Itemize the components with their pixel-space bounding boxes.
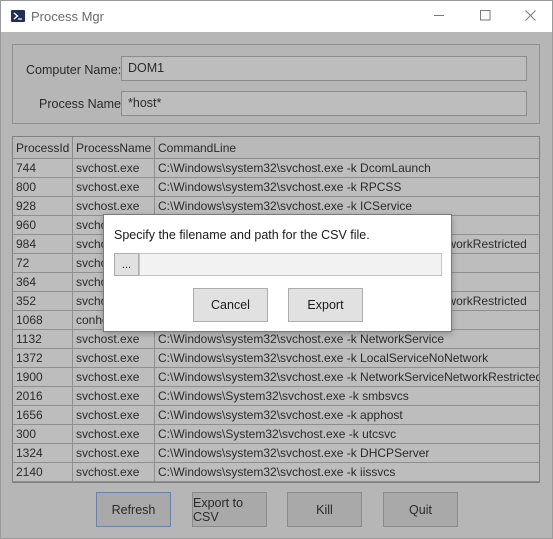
minimize-button[interactable]: [416, 1, 462, 32]
commandline-cell: C:\Windows\system32\svchost.exe -k Netwo…: [158, 370, 540, 384]
commandline-cell: C:\Windows\system32\svchost.exe -k RPCSS: [158, 180, 402, 194]
processid-cell: 300: [13, 425, 73, 444]
table-row[interactable]: 1656 svchost.exe C:\Windows\system32\svcho…: [13, 406, 539, 425]
processname-cell: svchost.exe: [73, 444, 155, 463]
grid-header: ProcessId ProcessName CommandLine: [13, 137, 539, 159]
column-header-commandline[interactable]: CommandLine: [155, 137, 539, 159]
query-groupbox: Computer Name: DOM1 Process Name: *host*: [12, 44, 540, 124]
processid-cell: 800: [13, 178, 73, 197]
processid-cell: 1132: [13, 330, 73, 349]
processid-cell: 744: [13, 159, 73, 178]
column-header-processname[interactable]: ProcessName: [73, 137, 155, 159]
processid-cell: 1324: [13, 444, 73, 463]
process-mgr-window: Process Mgr Computer Name: DOM1 Process …: [0, 0, 553, 539]
csv-export-dialog: Specify the filename and path for the CS…: [103, 214, 452, 332]
processname-cell: svchost.exe: [73, 330, 155, 349]
commandline-cell: C:\Windows\system32\svchost.exe -k Netwo…: [158, 332, 445, 346]
commandline-cell: C:\Windows\System32\svchost.exe -k smbsv…: [158, 389, 409, 403]
close-icon: [524, 9, 536, 24]
processid-cell: 2016: [13, 387, 73, 406]
processname-cell: svchost.exe: [73, 349, 155, 368]
export-csv-button[interactable]: Export to CSV: [192, 492, 267, 527]
refresh-button[interactable]: Refresh: [96, 492, 171, 527]
window-title: Process Mgr: [31, 9, 104, 24]
processid-cell: 984: [13, 235, 73, 254]
processid-cell: 928: [13, 197, 73, 216]
processname-cell: svchost.exe: [73, 159, 155, 178]
column-header-processid[interactable]: ProcessId: [13, 137, 73, 159]
processid-cell: 1656: [13, 406, 73, 425]
csv-path-input[interactable]: [139, 253, 442, 276]
browse-button[interactable]: ...: [114, 253, 139, 276]
processid-cell: 352: [13, 292, 73, 311]
commandline-cell: C:\Windows\system32\svchost.exe -k iissv…: [158, 465, 396, 479]
table-row[interactable]: 2016 svchost.exe C:\Windows\System32\svcho…: [13, 387, 539, 406]
processname-cell: svchost.exe: [73, 387, 155, 406]
table-row[interactable]: 800 svchost.exe C:\Windows\system32\svchos…: [13, 178, 539, 197]
kill-button[interactable]: Kill: [287, 492, 362, 527]
processid-cell: 72: [13, 254, 73, 273]
commandline-cell: C:\Windows\system32\svchost.exe -k DcomL…: [158, 161, 431, 175]
maximize-icon: [479, 9, 491, 24]
quit-button[interactable]: Quit: [383, 492, 458, 527]
table-row[interactable]: 744 svchost.exe C:\Windows\system32\svchos…: [13, 159, 539, 178]
table-row[interactable]: 2140 svchost.exe C:\Windows\system32\svcho…: [13, 463, 539, 482]
commandline-cell: C:\Windows\system32\svchost.exe -k appho…: [158, 408, 403, 422]
title-bar[interactable]: Process Mgr: [1, 1, 552, 32]
processid-cell: 1372: [13, 349, 73, 368]
maximize-button[interactable]: [462, 1, 508, 32]
processname-cell: svchost.exe: [73, 406, 155, 425]
dialog-message: Specify the filename and path for the CS…: [114, 228, 370, 242]
commandline-cell: C:\Windows\system32\svchost.exe -k DHCPS…: [158, 446, 430, 460]
process-name-input[interactable]: *host*: [121, 91, 527, 116]
processname-cell: svchost.exe: [73, 368, 155, 387]
close-button[interactable]: [507, 1, 552, 32]
processid-cell: 960: [13, 216, 73, 235]
processid-cell: 1900: [13, 368, 73, 387]
commandline-cell: C:\Windows\System32\svchost.exe -k utcsv…: [158, 427, 397, 441]
processid-cell: 2140: [13, 463, 73, 482]
table-row[interactable]: 1324 svchost.exe C:\Windows\system32\svcho…: [13, 444, 539, 463]
minimize-icon: [433, 10, 445, 24]
table-row[interactable]: 1132 svchost.exe C:\Windows\system32\svcho…: [13, 330, 539, 349]
computer-name-input[interactable]: DOM1: [121, 56, 527, 81]
powershell-icon: [11, 10, 25, 22]
computer-name-label: Computer Name:: [26, 63, 122, 77]
export-button[interactable]: Export: [288, 288, 363, 322]
table-row[interactable]: 1900 svchost.exe C:\Windows\system32\svcho…: [13, 368, 539, 387]
processid-cell: 1068: [13, 311, 73, 330]
process-name-label: Process Name:: [39, 97, 125, 111]
processid-cell: 364: [13, 273, 73, 292]
processname-cell: svchost.exe: [73, 425, 155, 444]
processname-cell: svchost.exe: [73, 463, 155, 482]
cancel-button[interactable]: Cancel: [193, 288, 268, 322]
processname-cell: svchost.exe: [73, 178, 155, 197]
commandline-cell: C:\Windows\system32\svchost.exe -k Local…: [158, 351, 489, 365]
table-row[interactable]: 300 svchost.exe C:\Windows\System32\svchos…: [13, 425, 539, 444]
table-row[interactable]: 1372 svchost.exe C:\Windows\system32\svcho…: [13, 349, 539, 368]
